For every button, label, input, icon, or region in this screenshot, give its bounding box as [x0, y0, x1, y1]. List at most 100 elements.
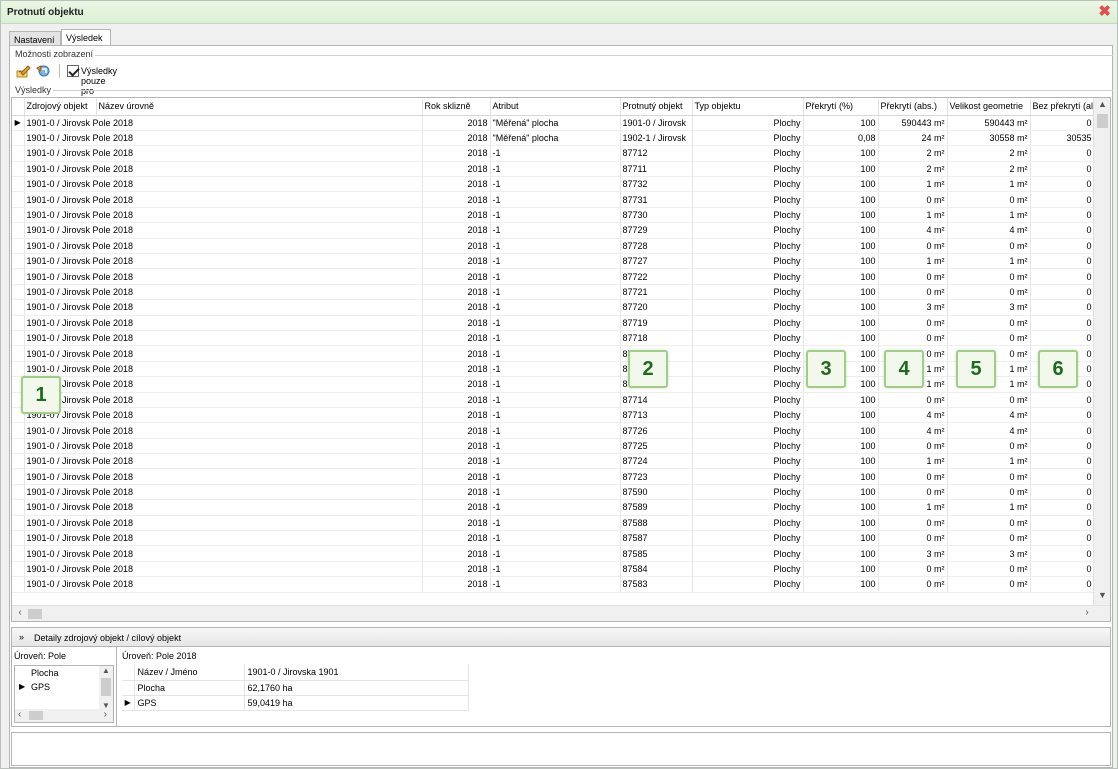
cell-object-type: Plochy: [692, 315, 804, 331]
list-item-plocha[interactable]: Plocha: [17, 668, 59, 682]
cell-overlap-pct: 100: [803, 299, 879, 316]
cell-attribute: -1: [490, 222, 621, 239]
details-panel-header[interactable]: » Detaily zdrojový objekt / cílový objek…: [11, 627, 1111, 647]
col-header-without-overlap[interactable]: Bez překrytí (al: [1030, 98, 1095, 116]
cell-geometry-size: 4 m²: [947, 222, 1031, 239]
col-header-overlap-pct[interactable]: Překrytí (%): [803, 98, 879, 116]
cell-intersected: 87729: [620, 222, 693, 239]
table-row[interactable]: 1901-0 / Jirovsk Pole 2018 2018 -1 87720 Plo…: [12, 299, 1095, 316]
table-row[interactable]: 1901-0 / Jirovsk Pole 2018 2018 -1 87731 Plo…: [12, 191, 1095, 208]
table-row[interactable]: 1901-0 / Jirovsk Pole 2018 2018 -1 87588 Plo…: [12, 515, 1095, 532]
target-attribute-table: Název / Jméno 1901-0 / Jirovska 1901 Ploc…: [122, 665, 469, 711]
cell-object-type: Plochy: [692, 422, 804, 439]
list-horizontal-scrollbar[interactable]: ‹ ›: [15, 709, 113, 722]
col-header-geometry-size[interactable]: Velikost geometrie: [947, 98, 1031, 116]
cell-overlap-abs: 0 m²: [878, 484, 948, 501]
badge-3: 3: [806, 350, 846, 388]
tab-result[interactable]: Výsledek: [61, 29, 111, 46]
table-row[interactable]: 1901-0 / Jirovsk Pole 2018 2018 -1 87732 Plo…: [12, 176, 1095, 193]
tab-settings[interactable]: Nastavení: [9, 31, 61, 46]
cell-harvest-year: 2018: [422, 253, 491, 270]
scroll-right-icon[interactable]: ›: [1080, 607, 1094, 621]
grid-horizontal-scrollbar[interactable]: ‹ ›: [12, 605, 1110, 621]
cell-overlap-pct: 100: [803, 161, 879, 178]
table-row[interactable]: 1901-0 / Jirovsk Pole 2018 2018 -1 87714 Plo…: [12, 392, 1095, 408]
row-indicator: [12, 253, 25, 270]
grid-vscroll-thumb[interactable]: [1097, 114, 1108, 128]
col-header-level-name[interactable]: Název úrovně: [96, 98, 423, 116]
list-vertical-scrollbar[interactable]: ▲ ▼: [99, 666, 113, 710]
table-row[interactable]: 1901-0 / Jirovsk Pole 2018 2018 -1 87725 Plo…: [12, 438, 1095, 455]
table-row[interactable]: 1901-0 / Jirovsk Pole 2018 2018 -1 87722 Plo…: [12, 268, 1095, 285]
cell-harvest-year: 2018: [422, 376, 491, 393]
scroll-left-icon[interactable]: ‹: [13, 607, 27, 621]
table-row[interactable]: 1901-0 / Jirovsk Pole 2018 2018 -1 87713 Plo…: [12, 407, 1095, 424]
table-row[interactable]: 1901-0 / Jirovsk Pole 2018 2018 -1 87727 Plo…: [12, 253, 1095, 270]
collapse-chevron-icon[interactable]: »: [19, 632, 24, 642]
list-item-gps[interactable]: ▶ GPS: [17, 682, 50, 696]
table-row[interactable]: 1901-0 / Jirovsk Pole 2018 2018 -1 87728 Plo…: [12, 238, 1095, 255]
table-row[interactable]: 1901-0 / Jirovsk Pole 2018 2018 -1 87723 Plo…: [12, 468, 1095, 485]
toolbar-separator: [59, 64, 60, 78]
scroll-right-icon[interactable]: ›: [104, 709, 107, 721]
cell-attribute: -1: [490, 453, 621, 470]
scroll-up-icon[interactable]: ▲: [1094, 99, 1110, 113]
edit-filter-icon[interactable]: [15, 63, 31, 79]
cell-source-level: 1901-0 / Jirovsk Pole 2018: [24, 330, 423, 347]
row-indicator: [12, 191, 25, 208]
list-item-label: GPS: [31, 682, 51, 692]
close-icon[interactable]: ✖: [1098, 4, 1111, 19]
table-row[interactable]: 1901-0 / Jirovsk Pole 2018 2018 -1 87711 Plo…: [12, 161, 1095, 178]
scroll-left-icon[interactable]: ‹: [18, 709, 21, 721]
cell-without-overlap: 0: [1030, 284, 1095, 301]
table-row[interactable]: 1901-0 / Jirovsk Pole 2018 2018 -1 87585 Plo…: [12, 545, 1095, 562]
table-row[interactable]: 1901-0 / Jirovsk Pole 2018 2018 -1 87718 Plo…: [12, 330, 1095, 347]
table-row[interactable]: 1901-0 / Jirovsk Pole 2018 2018 -1 87584 Plo…: [12, 561, 1095, 578]
table-row[interactable]: 1901-0 / Jirovsk Pole 2018 2018 -1 87590 Plo…: [12, 484, 1095, 501]
refresh-results-icon[interactable]: [35, 63, 51, 79]
cell-geometry-size: 2 m²: [947, 145, 1031, 162]
table-row[interactable]: 1901-0 / Jirovsk Pole 20182018-187717Plo…: [12, 345, 1095, 362]
col-header-attribute[interactable]: Atribut: [490, 98, 621, 116]
grid-vertical-scrollbar[interactable]: ▲ ▼: [1093, 98, 1110, 605]
table-row[interactable]: 1901-0 / Jirovsk Pole 2018 2018 -1 87724 Plo…: [12, 453, 1095, 470]
list-vscroll-thumb[interactable]: [101, 678, 111, 696]
cell-overlap-pct: 100: [803, 284, 879, 301]
cell-source-level: 1901-0 / Jirovsk Pole 2018: [24, 299, 423, 316]
current-year-checkbox[interactable]: [67, 65, 79, 77]
cell-intersected: 87725: [620, 438, 693, 455]
table-row[interactable]: 1901-0 / Jirovsk Pole 2018 2018 -1 87587 Plo…: [12, 530, 1095, 547]
cell-overlap-pct: 100: [803, 422, 879, 439]
table-row[interactable]: 1901-0 / Jirovsk Pole 2018 2018 "Měřená" p…: [12, 130, 1095, 147]
cell-intersected: 87583: [620, 576, 693, 593]
table-row[interactable]: 1901-0 / Jirovsk Pole 2018 2018 -1 87730 Plo…: [12, 207, 1095, 224]
table-row[interactable]: 1901-0 / Jirovsk Pole 2018 2018 -1 87589 Plo…: [12, 499, 1095, 516]
table-row[interactable]: 1901-0 / Jirovsk Pole 2018 2018 -1 87719 Plo…: [12, 315, 1095, 331]
col-header-overlap-abs[interactable]: Překrytí (abs.): [878, 98, 948, 116]
col-header-source[interactable]: Zdrojový objekt: [24, 98, 97, 116]
scroll-up-icon[interactable]: ▲: [99, 666, 113, 675]
table-row[interactable]: 1901-0 / Jirovsk Pole 2018 2018 -1 87729 Plo…: [12, 222, 1095, 239]
list-hscroll-thumb[interactable]: [29, 711, 43, 720]
table-row[interactable]: 1901-0 / Jirovsk Pole 2018 2018 -1 87712 Plo…: [12, 145, 1095, 162]
grid-hscroll-thumb[interactable]: [28, 609, 42, 619]
cell-without-overlap: 0: [1030, 253, 1095, 270]
attr-row[interactable]: Název / Jméno 1901-0 / Jirovska 1901: [122, 665, 469, 681]
col-header-intersected[interactable]: Protnutý objekt: [620, 98, 693, 116]
cell-attribute: "Měřená" plocha: [490, 115, 621, 131]
table-row[interactable]: 1901-0 / Jirovsk Pole 20182018-187715Plo…: [12, 376, 1095, 393]
table-row[interactable]: 1901-0 / Jirovsk Pole 2018 2018 -1 87726 Plo…: [12, 422, 1095, 439]
table-row[interactable]: 1901-0 / Jirovsk Pole 20182018-187716Plo…: [12, 361, 1095, 378]
table-row[interactable]: 1901-0 / Jirovsk Pole 2018 2018 -1 87583 Plo…: [12, 576, 1095, 593]
col-header-object-type[interactable]: Typ objektu: [692, 98, 804, 116]
cell-source-level: 1901-0 / Jirovsk Pole 2018: [24, 484, 423, 501]
title-bar[interactable]: Protnutí objektu ✖: [1, 1, 1117, 24]
scroll-down-icon[interactable]: ▼: [1094, 590, 1110, 604]
col-header-harvest-year[interactable]: Rok sklizně: [422, 98, 491, 116]
table-row[interactable]: ▶ 1901-0 / Jirovsk Pole 2018 2018 "Měřená" …: [12, 115, 1095, 131]
table-row[interactable]: 1901-0 / Jirovsk Pole 2018 2018 -1 87721 Plo…: [12, 284, 1095, 301]
intersection-window: Protnutí objektu ✖ Nastavení Výsledek Mo…: [0, 0, 1118, 769]
attr-row[interactable]: Plocha 62,1760 ha: [122, 680, 469, 696]
attr-row[interactable]: ▶ GPS 59,0419 ha: [122, 695, 469, 711]
cell-harvest-year: 2018: [422, 315, 491, 331]
